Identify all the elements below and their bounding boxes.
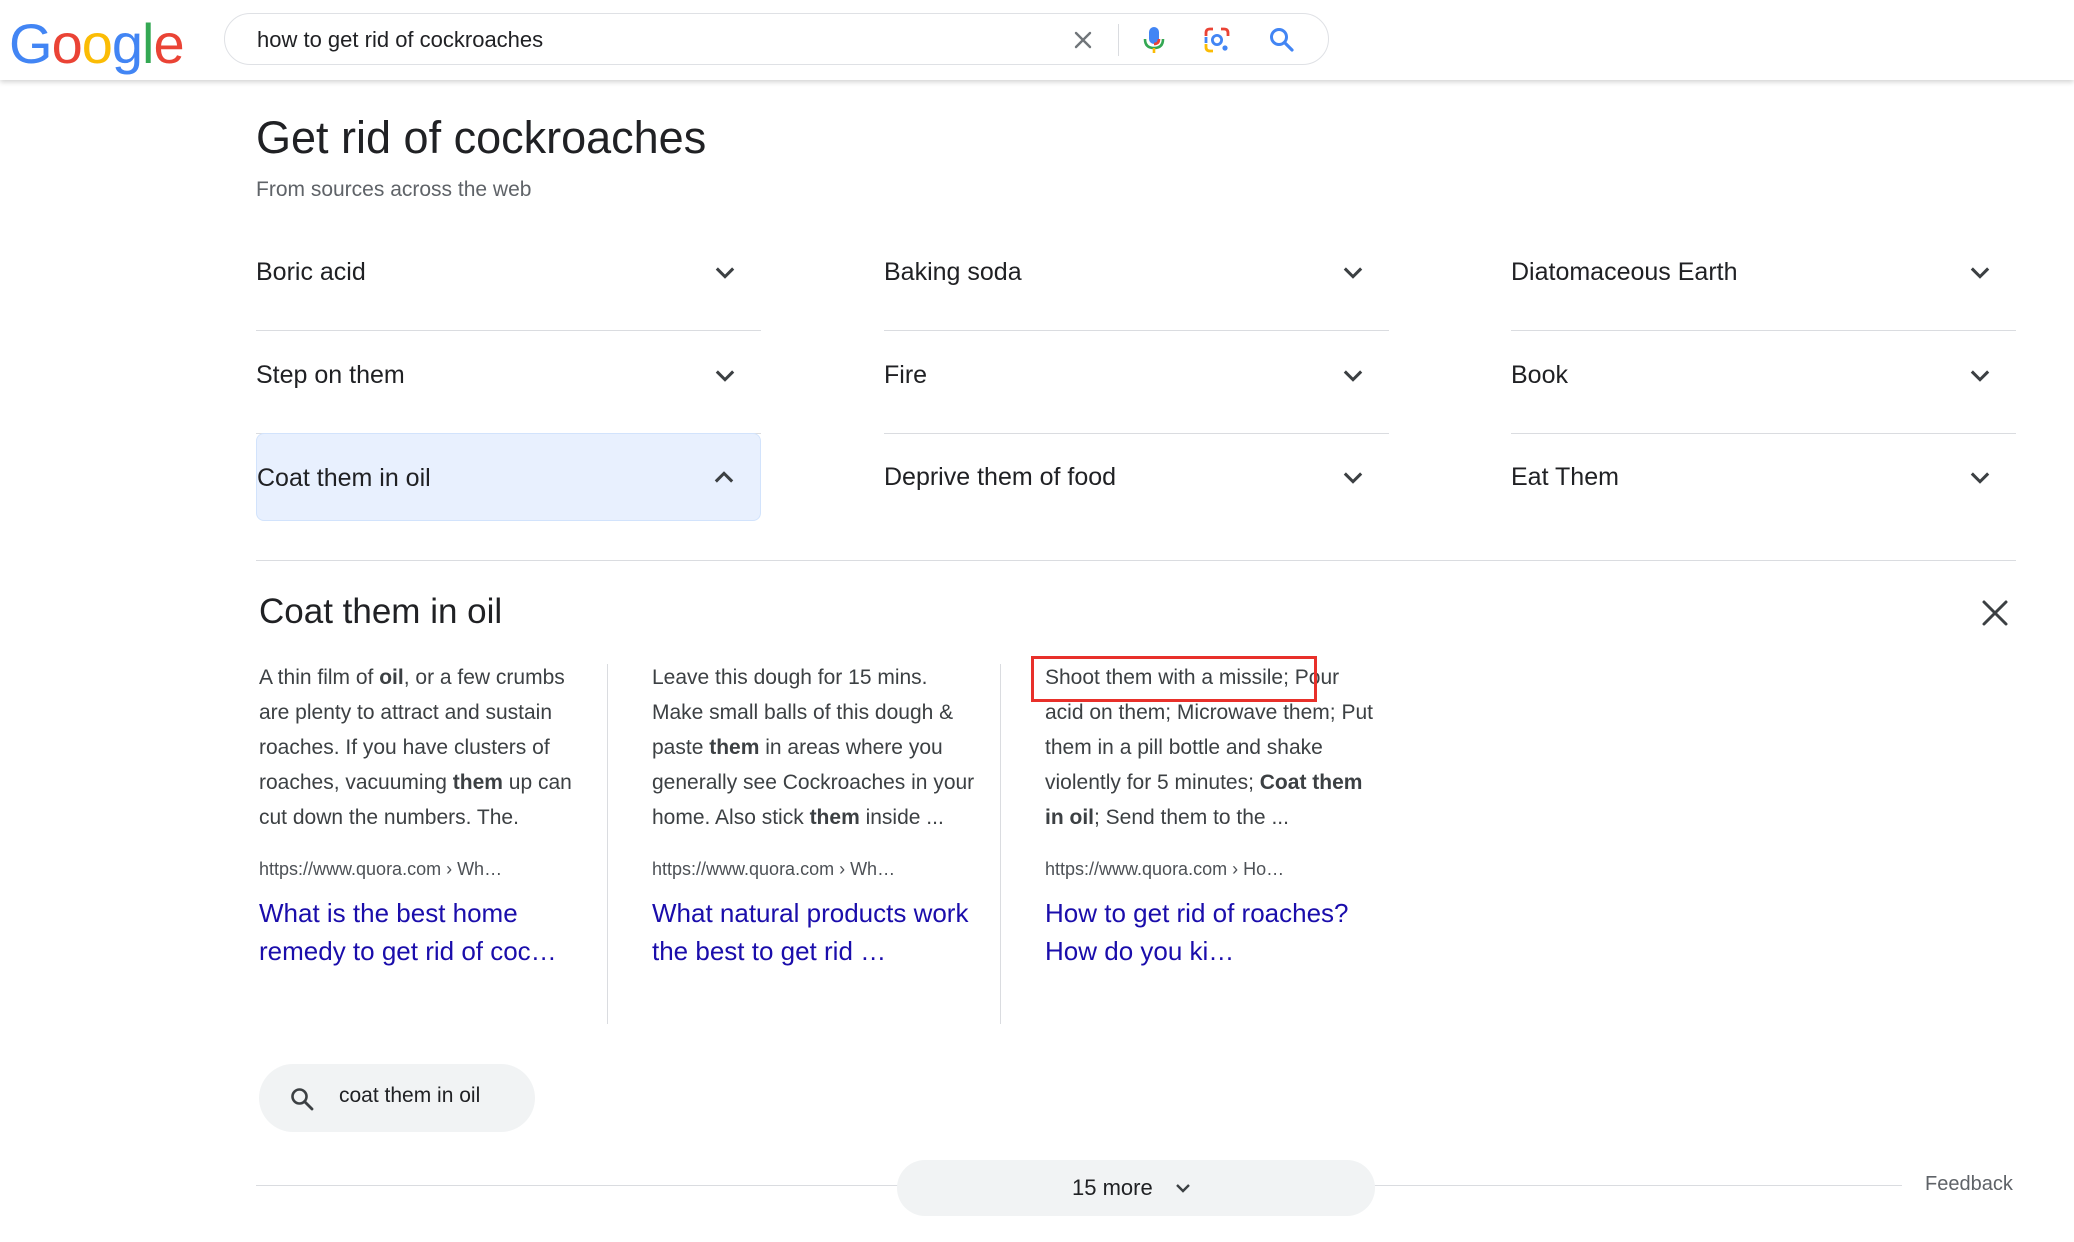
result-url[interactable]: https://www.quora.com › Wh… [259,859,589,880]
show-more-button[interactable]: 15 more [897,1160,1375,1216]
topic-item-baking-soda[interactable]: Baking soda [884,228,1389,331]
chevron-down-icon [715,370,735,382]
close-icon[interactable] [1978,596,2012,630]
result-card: A thin film of oil, or a few crumbs are … [259,660,589,970]
chevron-up-icon [714,471,734,483]
topic-label: Diatomaceous Earth [1511,258,1738,286]
topic-label: Coat them in oil [257,464,431,492]
snippet-text: ; Send them to the ... [1094,806,1289,829]
chip-label: coat them in oil [339,1084,481,1107]
logo-letter: G [9,12,53,75]
chevron-down-icon [1343,370,1363,382]
chevron-down-icon [1970,267,1990,279]
snippet-text: inside ... [859,806,944,829]
topic-item-boric-acid[interactable]: Boric acid [256,228,761,331]
chevron-down-icon [1970,472,1990,484]
logo-letter: o [51,12,83,75]
chevron-down-icon [1176,1184,1190,1193]
topic-label: Baking soda [884,258,1022,286]
snippet-bold: oil [379,666,404,689]
chevron-down-icon [715,267,735,279]
snippet-bold: them [452,771,503,794]
microphone-icon[interactable] [1139,25,1169,55]
chevron-down-icon [1343,267,1363,279]
snippet-bold: them [709,736,760,759]
result-card: Shoot them with a missile; Pour acid on … [1045,660,1375,970]
chevron-down-icon [1343,472,1363,484]
result-snippet: A thin film of oil, or a few crumbs are … [259,660,589,835]
topic-item-step-on-them[interactable]: Step on them [256,331,761,434]
result-link[interactable]: How to get rid of roaches? How do you ki… [1045,894,1375,970]
section-divider [256,560,2016,561]
chevron-down-icon [1970,370,1990,382]
detail-title: Coat them in oil [259,592,503,631]
topic-label: Step on them [256,361,405,389]
topic-item-coat-them-in-oil[interactable]: Coat them in oil [256,433,761,521]
logo-letter: l [142,12,154,75]
clear-icon[interactable] [1068,25,1098,55]
topic-item-deprive-them-of-food[interactable]: Deprive them of food [884,433,1389,521]
topic-label: Deprive them of food [884,463,1117,491]
result-url[interactable]: https://www.quora.com › Wh… [652,859,982,880]
topic-label: Eat Them [1511,463,1619,491]
search-icon [291,1088,314,1111]
snippet-bold: them [809,806,860,829]
topic-label: Fire [884,361,928,389]
column-divider [607,664,608,1024]
topic-item-fire[interactable]: Fire [884,331,1389,434]
result-link[interactable]: What is the best home remedy to get rid … [259,894,589,970]
logo-letter: o [81,12,113,75]
page-title: Get rid of cockroaches [256,112,707,163]
topic-label: Book [1511,361,1568,389]
more-label: 15 more [1072,1175,1153,1200]
annotation-highlight-box [1031,656,1317,702]
page-subtitle: From sources across the web [256,178,532,201]
search-divider [1118,24,1119,56]
result-link[interactable]: What natural products work the best to g… [652,894,982,970]
logo-letter: g [111,12,143,75]
search-input[interactable]: how to get rid of cockroaches [257,27,543,53]
logo-letter: e [153,12,184,75]
result-url[interactable]: https://www.quora.com › Ho… [1045,859,1375,880]
lens-camera-icon[interactable] [1202,25,1232,55]
search-icon[interactable] [1267,25,1297,55]
column-divider [1000,664,1001,1024]
topic-item-eat-them[interactable]: Eat Them [1511,433,2016,521]
top-bar: Google how to get rid of cockroaches [0,0,2074,80]
search-box[interactable]: how to get rid of cockroaches [224,13,1329,65]
topic-item-diatomaceous-earth[interactable]: Diatomaceous Earth [1511,228,2016,331]
topic-label: Boric acid [256,258,366,286]
google-logo[interactable]: Google [9,12,185,75]
snippet-text: A thin film of [259,666,380,689]
result-card: Leave this dough for 15 mins. Make small… [652,660,982,970]
topic-item-book[interactable]: Book [1511,331,2016,434]
feedback-link[interactable]: Feedback [1925,1173,2013,1196]
related-search-chip[interactable]: coat them in oil [259,1064,535,1132]
result-snippet: Leave this dough for 15 mins. Make small… [652,660,982,835]
